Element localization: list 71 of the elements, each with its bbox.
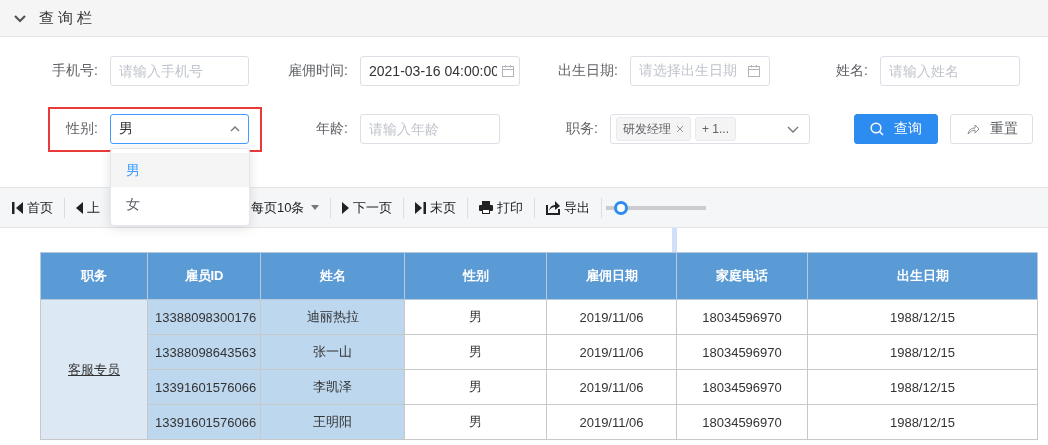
multi-select-field[interactable]: 研发经理 + 1... [610,114,810,144]
calendar-icon [747,64,761,78]
slider-thumb[interactable] [614,200,629,215]
table-cell-link[interactable]: 客服专员 [40,299,148,440]
field-label: 出生日期: [557,62,619,80]
column-header: 出生日期 [807,252,1038,300]
column-header: 雇佣日期 [546,252,677,300]
next-page-icon [342,201,350,214]
printer-icon [479,201,494,214]
table-cell: 男 [404,299,547,335]
table-cell: 李凯泽 [260,369,405,405]
table-cell: 13391601576066 [147,369,261,405]
column-header: 性别 [404,252,547,300]
table-cell: 18034596970 [676,369,808,405]
column-header: 姓名 [260,252,405,300]
field-label: 性别: [64,120,99,138]
field-label: 职务: [565,120,599,138]
field-label: 手机号: [51,62,99,80]
tag: + 1... [695,117,737,141]
table-cell: 2019/11/06 [546,404,677,440]
export-button[interactable]: 导出 [546,198,591,217]
calendar-icon [501,64,515,78]
caret-up-icon [230,126,240,132]
tag: 研发经理 [616,117,691,141]
table-cell: 13391601576066 [147,404,261,440]
last-page-button[interactable]: 末页 [415,198,457,217]
field-label: 雇佣时间: [287,62,349,80]
forward-arrow-icon [965,123,980,135]
panel-title: 查询栏 [39,8,96,28]
close-icon [676,125,684,133]
reset-button[interactable]: 重置 [950,114,1033,144]
caret-down-icon [311,205,320,210]
caret-down-icon [787,125,799,133]
table-cell: 男 [404,404,547,440]
next-page-button[interactable]: 下一页 [342,198,393,217]
table-cell: 13388098643563 [147,334,261,370]
input-field[interactable]: 请输入姓名 [880,56,1020,86]
prev-page-button[interactable]: 上 [76,198,100,217]
table-cell: 男 [404,334,547,370]
column-header: 职务 [40,252,148,300]
column-header: 家庭电话 [676,252,808,300]
table-cell: 2019/11/06 [546,334,677,370]
field-label: 姓名: [835,62,869,80]
table-cell: 18034596970 [676,299,808,335]
table-cell: 1988/12/15 [807,299,1038,335]
first-page-icon [12,201,23,214]
table-cell: 张一山 [260,334,405,370]
input-field[interactable]: 请输入年龄 [360,114,500,144]
page-size-button[interactable]: 每页10条 [251,198,320,217]
table-cell: 1988/12/15 [807,404,1038,440]
table-cell: 18034596970 [676,404,808,440]
first-page-button[interactable]: 首页 [12,198,53,217]
input-field[interactable]: 请输入手机号 [110,56,249,86]
table-cell: 1988/12/15 [807,334,1038,370]
table-cell: 1988/12/15 [807,369,1038,405]
search-icon [870,122,884,136]
table-cell: 男 [404,369,547,405]
column-header: 雇员ID [147,252,261,300]
print-button[interactable]: 打印 [479,198,524,217]
table-cell: 18034596970 [676,334,808,370]
table-cell: 2019/11/06 [546,299,677,335]
table-cell: 2019/11/06 [546,369,677,405]
table-cell: 13388098300176 [147,299,261,335]
select-field[interactable]: 男 [110,114,249,144]
dropdown-option[interactable]: 女 [111,187,249,221]
prev-page-icon [76,201,83,214]
last-page-icon [415,201,427,214]
field-label: 年龄: [315,120,349,138]
table-cell: 王明阳 [260,404,405,440]
table-cell: 迪丽热拉 [260,299,405,335]
export-icon [546,200,561,215]
